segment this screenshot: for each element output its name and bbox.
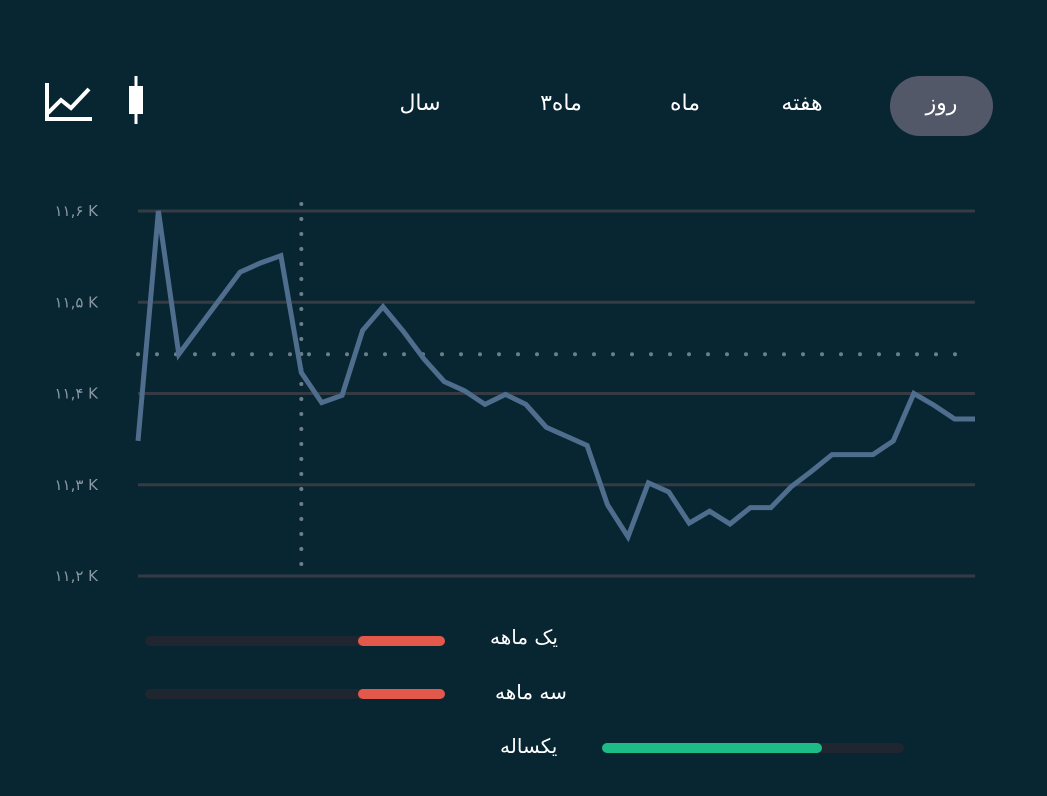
one-month-bar [145, 636, 445, 646]
y-tick-label: ۱۱,۳ K [54, 476, 99, 494]
y-tick-label: ۱۱,۶ K [54, 202, 99, 220]
one-year-label: یکساله [500, 734, 558, 758]
one-year-bar [602, 743, 904, 753]
price-chart-widget: سال ۳ماه ماه هفته روز ۱۱,۶ K ۱۱,۵ K ۱۱,۴ K… [0, 0, 1047, 796]
line-chart: ۱۱,۶ K ۱۱,۵ K ۱۱,۴ K ۱۱,۳ K ۱۱,۲ K [54, 202, 975, 585]
three-month-bar-fill [358, 689, 445, 699]
y-tick-label: ۱۱,۵ K [54, 293, 99, 311]
series-line [135, 210, 975, 543]
one-month-bar-fill [358, 636, 445, 646]
one-year-bar-fill [602, 743, 823, 753]
one-month-label: یک ماهه [490, 625, 558, 649]
y-tick-label: ۱۱,۴ K [54, 385, 99, 403]
three-month-bar [145, 689, 445, 699]
y-tick-label: ۱۱,۲ K [54, 567, 99, 585]
three-month-label: سه ماهه [495, 680, 567, 704]
